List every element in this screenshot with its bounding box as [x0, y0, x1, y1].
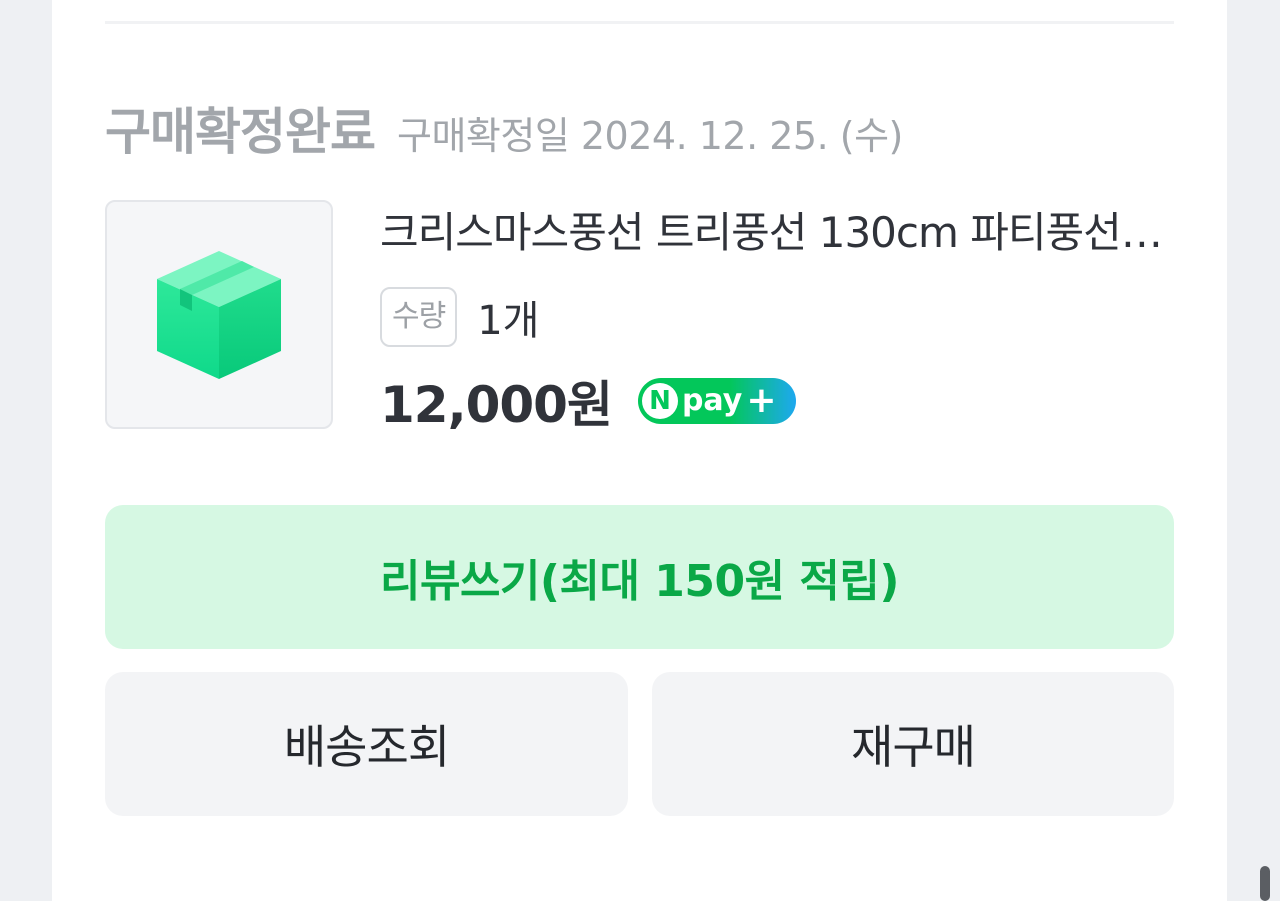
top-divider: [105, 21, 1174, 24]
price-row: 12,000원 N pay +: [380, 366, 796, 436]
confirm-date: 구매확정일 2024. 12. 25. (수): [397, 114, 903, 158]
scrollbar-thumb[interactable]: [1260, 866, 1270, 901]
order-status-row: 구매확정완료 구매확정일 2024. 12. 25. (수): [105, 92, 903, 162]
npay-plus-badge: N pay +: [637, 378, 796, 424]
product-thumbnail[interactable]: [105, 200, 333, 429]
product-name[interactable]: 크리스마스풍선 트리풍선 130cm 파티풍선 장식: [380, 200, 1175, 266]
npay-label: pay: [681, 383, 743, 418]
quantity-badge: 수량: [380, 287, 458, 347]
package-box-icon: [157, 250, 281, 379]
rebuy-button[interactable]: 재구매: [652, 672, 1174, 816]
npay-plus-icon: +: [746, 380, 777, 421]
order-status-title: 구매확정완료: [105, 103, 376, 161]
quantity-value: 1개: [477, 298, 540, 344]
quantity-row: 수량 1개: [380, 286, 539, 348]
order-card: 구매확정완료 구매확정일 2024. 12. 25. (수) 크리스마스풍선 트…: [52, 0, 1227, 901]
npay-n-icon: N: [641, 383, 678, 419]
write-review-button[interactable]: 리뷰쓰기(최대 150원 적립): [105, 505, 1174, 649]
track-delivery-button[interactable]: 배송조회: [105, 672, 628, 816]
product-price: 12,000원: [380, 376, 613, 434]
